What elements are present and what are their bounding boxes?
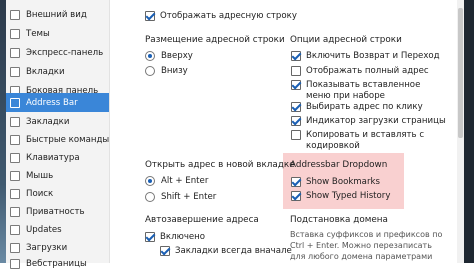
placement-top-radio[interactable] <box>145 51 155 61</box>
placement-title: Размещение адресной строки <box>145 35 285 45</box>
sidebar-item-label: Загрузки <box>26 242 68 253</box>
show-typed-history-label: Show Typed History <box>306 191 391 201</box>
sidebar-item-label: Экспресс-панель <box>26 47 104 58</box>
select-address-on-click-label: Выбирать адрес по клику <box>306 102 423 112</box>
sidebar-item-label: Темы <box>26 28 50 39</box>
show-bookmarks-checkbox[interactable] <box>291 177 301 187</box>
copy-with-encoding-label: Копировать и вставлять с <box>306 130 425 140</box>
enable-back-forward-checkbox[interactable] <box>291 51 301 61</box>
domain-description-line3: для любого домена параметрами <box>290 252 433 261</box>
sidebar-item-bookmarks[interactable]: Закладки <box>6 112 109 131</box>
shift-enter-radio[interactable] <box>145 192 155 202</box>
sidebar-item-search[interactable]: Поиск <box>6 184 109 203</box>
domain-description-line2: Ctrl + Enter. Можно перезаписать <box>290 241 432 250</box>
show-full-address-label: Отображать полный адрес <box>306 66 429 76</box>
open-new-tab-title: Открыть адрес в новой вкладке <box>145 160 295 170</box>
sidebar-item-label: Вкладки <box>26 66 65 77</box>
privacy-icon <box>10 206 20 217</box>
sidebar-item-quick-commands[interactable]: Быстрые команды <box>6 130 109 149</box>
sidebar-item-speed-dial[interactable]: Экспресс-панель <box>6 43 109 62</box>
shift-enter-label: Shift + Enter <box>161 192 217 202</box>
themes-icon <box>10 28 20 39</box>
appearance-icon <box>10 9 20 20</box>
sidebar-item-keyboard[interactable]: Клавиатура <box>6 148 109 167</box>
window-right-edge <box>464 0 474 263</box>
sidebar-item-label: Приватность <box>26 206 85 217</box>
tabs-icon <box>10 66 20 77</box>
autocomplete-title: Автозавершение адреса <box>145 215 259 225</box>
mouse-icon <box>10 170 20 181</box>
sidebar-item-tabs[interactable]: Вкладки <box>6 62 109 81</box>
alt-enter-radio[interactable] <box>145 176 155 186</box>
domain-title: Подстановка домена <box>290 215 388 225</box>
sidebar-item-appearance[interactable]: Внешний вид <box>6 5 109 24</box>
page-load-indicator-checkbox[interactable] <box>291 116 301 126</box>
settings-sidebar: Внешний вид Темы Экспресс-панель Вкладки… <box>6 0 110 269</box>
show-pasted-label: Показывать вставленное <box>306 80 421 90</box>
sidebar-item-label: Вебстраницы <box>26 258 87 269</box>
select-address-on-click-checkbox[interactable] <box>291 102 301 112</box>
show-pasted-label-line2: меню при наборе <box>306 91 385 101</box>
sidebar-item-address-bar[interactable]: Address Bar <box>6 93 109 112</box>
show-bookmarks-label: Show Bookmarks <box>306 177 380 187</box>
sidebar-item-webpages[interactable]: Вебстраницы <box>6 254 109 273</box>
placement-top-label: Вверху <box>161 51 193 61</box>
show-pasted-checkbox[interactable] <box>291 80 301 90</box>
sidebar-item-mouse[interactable]: Мышь <box>6 166 109 185</box>
copy-with-encoding-checkbox[interactable] <box>291 130 301 140</box>
downloads-icon <box>10 242 20 253</box>
vertical-scrollbar[interactable] <box>457 0 464 263</box>
show-address-bar-label: Отображать адресную строку <box>160 11 297 21</box>
updates-icon <box>10 224 20 235</box>
show-address-bar-checkbox[interactable] <box>145 11 155 21</box>
show-full-address-checkbox[interactable] <box>291 66 301 76</box>
show-typed-history-checkbox[interactable] <box>291 191 301 201</box>
sidebar-item-themes[interactable]: Темы <box>6 24 109 43</box>
bookmarks-first-checkbox[interactable] <box>160 246 170 256</box>
sidebar-item-updates[interactable]: Updates <box>6 220 109 239</box>
sidebar-item-label: Клавиатура <box>26 152 80 163</box>
address-options-title: Опции адресной строки <box>290 35 402 45</box>
page-load-indicator-label: Индикатор загрузки страницы <box>306 116 446 126</box>
speed-dial-icon <box>10 47 20 58</box>
scrollbar-thumb[interactable] <box>458 8 463 138</box>
sidebar-item-label: Быстрые команды <box>26 134 110 145</box>
sidebar-item-label: Поиск <box>26 188 54 199</box>
copy-with-encoding-label-line2: кодировкой <box>306 141 360 151</box>
placement-bottom-label: Внизу <box>161 66 188 76</box>
sidebar-item-label: Мышь <box>26 170 54 181</box>
autocomplete-enabled-label: Включено <box>160 232 206 242</box>
keyboard-icon <box>10 152 20 163</box>
enable-back-forward-label: Включить Возврат и Переход <box>306 51 440 61</box>
alt-enter-label: Alt + Enter <box>161 176 209 186</box>
bookmarks-icon <box>10 116 20 127</box>
sidebar-item-label: Внешний вид <box>26 9 87 20</box>
placement-bottom-radio[interactable] <box>145 66 155 76</box>
sidebar-item-label: Updates <box>26 224 62 235</box>
domain-description-line1: Вставка суффиксов и префиксов по <box>290 230 443 239</box>
quick-commands-icon <box>10 134 20 145</box>
sidebar-item-label: Address Bar <box>26 97 78 108</box>
address-bar-icon <box>10 97 20 108</box>
webpages-icon <box>10 258 20 269</box>
dropdown-title: Addressbar Dropdown <box>290 160 388 170</box>
autocomplete-enabled-checkbox[interactable] <box>145 232 155 242</box>
bookmarks-first-label: Закладки всегда вначале <box>175 246 292 256</box>
sidebar-item-label: Закладки <box>26 116 70 127</box>
sidebar-item-privacy[interactable]: Приватность <box>6 202 109 221</box>
search-icon <box>10 188 20 199</box>
